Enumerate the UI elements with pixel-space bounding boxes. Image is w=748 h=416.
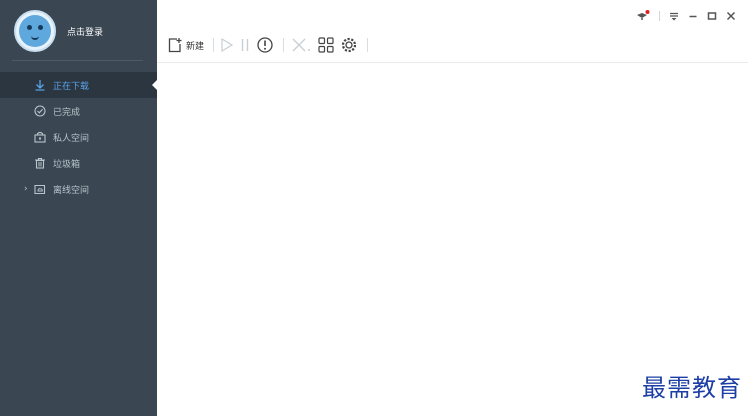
sidebar-nav: 正在下载 已完成 私人空间 垃圾箱 › 离线空间 — [0, 72, 157, 202]
new-task-button[interactable]: 新建 — [167, 37, 204, 53]
main-panel: 新建 最需教育 — [157, 0, 748, 416]
watermark: 最需教育 — [642, 374, 742, 402]
toolbar-divider — [367, 38, 369, 52]
toolbar: 新建 — [167, 34, 374, 56]
grid-icon[interactable] — [317, 36, 335, 54]
maximize-icon[interactable] — [707, 11, 717, 21]
check-circle-icon — [34, 105, 46, 117]
sidebar-item-downloading[interactable]: 正在下载 — [0, 72, 157, 98]
trash-icon — [35, 157, 45, 169]
settings-gear-icon[interactable] — [340, 36, 358, 54]
menu-icon[interactable] — [669, 11, 679, 21]
chevron-right-icon[interactable]: › — [24, 184, 28, 194]
sidebar-divider — [12, 60, 143, 61]
toolbar-divider-line — [157, 62, 748, 63]
toolbar-divider — [213, 38, 215, 52]
delete-icon[interactable] — [290, 36, 312, 54]
sidebar-item-private-space[interactable]: 私人空间 — [0, 124, 157, 150]
sidebar-item-label: 私人空间 — [53, 133, 90, 144]
speed-limit-icon[interactable] — [256, 36, 274, 54]
notification-icon[interactable] — [636, 10, 650, 22]
new-task-label: 新建 — [186, 41, 205, 52]
minimize-icon[interactable] — [688, 11, 698, 21]
sidebar-item-label: 离线空间 — [53, 185, 90, 196]
sidebar-item-offline-space[interactable]: › 离线空间 — [0, 176, 157, 202]
play-icon[interactable] — [220, 37, 234, 53]
sidebar-item-label: 垃圾箱 — [53, 159, 81, 170]
avatar-eye-right — [38, 25, 43, 30]
window-controls — [627, 10, 736, 22]
close-icon[interactable] — [726, 11, 736, 21]
window-controls-divider — [659, 11, 660, 21]
cloud-folder-icon — [34, 184, 46, 195]
sidebar: 点击登录 正在下载 已完成 私人空间 垃圾箱 › 离线空间 — [0, 0, 157, 416]
avatar[interactable] — [14, 10, 56, 52]
avatar-mouth — [31, 34, 39, 40]
toolbar-divider — [283, 38, 285, 52]
login-link[interactable]: 点击登录 — [67, 25, 103, 38]
sidebar-item-completed[interactable]: 已完成 — [0, 98, 157, 124]
download-icon — [35, 80, 45, 91]
sidebar-item-label: 已完成 — [53, 107, 81, 118]
new-task-icon — [168, 38, 182, 53]
sidebar-item-trash[interactable]: 垃圾箱 — [0, 150, 157, 176]
pause-icon[interactable] — [239, 37, 251, 53]
avatar-face-icon — [19, 15, 51, 47]
lock-folder-icon — [34, 131, 46, 143]
sidebar-item-label: 正在下载 — [53, 81, 90, 92]
avatar-eye-left — [27, 25, 32, 30]
